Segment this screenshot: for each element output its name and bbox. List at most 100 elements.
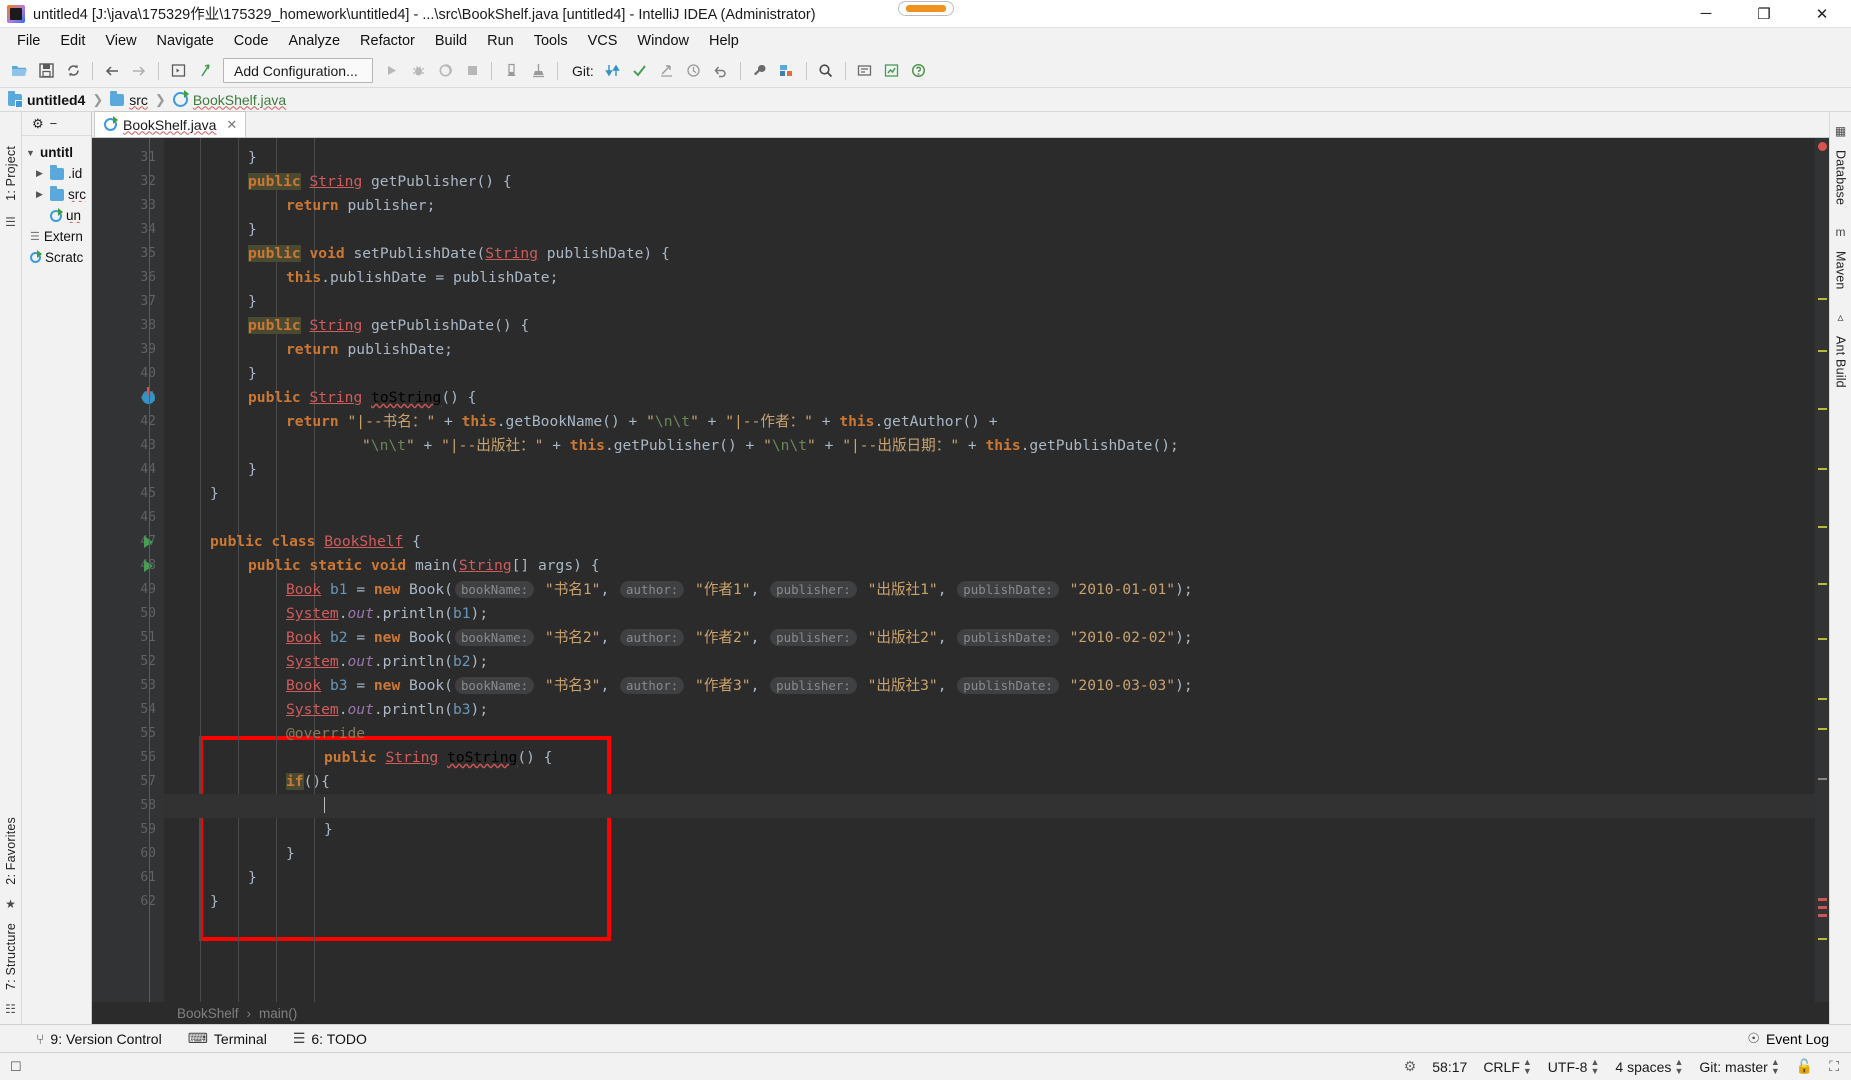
menu-window[interactable]: Window — [628, 30, 698, 52]
git-branch-selector[interactable]: Git: master ▲ ▼ — [1699, 1057, 1779, 1076]
line-number[interactable]: 45 — [116, 482, 156, 506]
menu-build[interactable]: Build — [426, 30, 476, 52]
line-number[interactable]: 55 — [116, 722, 156, 746]
code-line[interactable]: "\n\t" + "|--出版社：" + this.getPublisher()… — [164, 434, 1815, 458]
code-line[interactable]: Book b2 = new Book(bookName: "书名2", auth… — [164, 626, 1815, 650]
hector-icon[interactable]: ⛶ — [1829, 1058, 1839, 1075]
sidebar-item-structure[interactable]: 7: Structure — [1, 917, 21, 996]
menu-refactor[interactable]: Refactor — [351, 30, 424, 52]
code-line[interactable]: public String toString() { — [164, 746, 1815, 770]
database-icon[interactable]: ▦ — [1835, 124, 1846, 138]
tree-node-src[interactable]: ▶ src — [26, 184, 91, 205]
line-number[interactable]: 62 — [116, 890, 156, 914]
code-line[interactable]: System.out.println(b3); — [164, 698, 1815, 722]
line-number[interactable]: 59 — [116, 818, 156, 842]
open-project-icon[interactable] — [6, 58, 32, 84]
code-line[interactable]: public String toString() { — [164, 386, 1815, 410]
encoding-selector[interactable]: UTF-8 ▲ ▼ — [1548, 1057, 1600, 1076]
line-number[interactable]: 31 — [116, 146, 156, 170]
bottom-grid-icon[interactable]: ☷ — [5, 1002, 16, 1016]
menu-edit[interactable]: Edit — [51, 30, 94, 52]
code-line[interactable] — [164, 506, 1815, 530]
line-number[interactable]: 42 — [116, 410, 156, 434]
line-number[interactable]: 52 — [116, 650, 156, 674]
close-button[interactable]: ✕ — [1793, 0, 1851, 28]
event-log-area[interactable]: ☉ Event Log — [1747, 1030, 1851, 1047]
code-line[interactable]: } — [164, 482, 1815, 506]
chevron-right-icon[interactable]: ▶ — [36, 168, 46, 179]
commit-icon[interactable] — [627, 58, 653, 84]
error-count-indicator[interactable] — [1818, 142, 1827, 151]
line-number[interactable]: 35 — [116, 242, 156, 266]
line-number[interactable]: 44 — [116, 458, 156, 482]
gear-icon[interactable]: ⚙ — [32, 116, 44, 132]
sidebar-item-ant-build[interactable]: Ant Build — [1831, 330, 1851, 394]
line-number[interactable]: 32 — [116, 170, 156, 194]
caret-position[interactable]: 58:17 — [1432, 1059, 1467, 1075]
code-line[interactable]: } — [164, 290, 1815, 314]
database-chart-icon[interactable] — [879, 58, 905, 84]
line-number[interactable]: 33 — [116, 194, 156, 218]
line-number[interactable]: 40 — [116, 362, 156, 386]
jump-to-source-icon[interactable] — [192, 58, 218, 84]
rollback-icon[interactable] — [708, 58, 734, 84]
profiler-icon[interactable] — [498, 58, 524, 84]
tab-bookshelf-java[interactable]: BookShelf.java ✕ — [94, 111, 247, 137]
indent-selector[interactable]: 4 spaces ▲ ▼ — [1615, 1057, 1683, 1076]
code-line[interactable]: this.publishDate = publishDate; — [164, 266, 1815, 290]
line-number[interactable]: 61 — [116, 866, 156, 890]
forward-arrow-icon[interactable] — [126, 58, 152, 84]
code-line[interactable]: public static void main(String[] args) { — [164, 554, 1815, 578]
minimize-button[interactable]: ─ — [1677, 0, 1735, 28]
ant-icon[interactable]: ▵ — [1837, 310, 1843, 324]
line-number[interactable]: 50 — [116, 602, 156, 626]
sdk-icon[interactable] — [852, 58, 878, 84]
menu-file[interactable]: File — [8, 30, 49, 52]
push-icon[interactable] — [654, 58, 680, 84]
menu-analyze[interactable]: Analyze — [279, 30, 349, 52]
favorites-star-icon[interactable]: ★ — [5, 897, 16, 911]
editor-gutter[interactable]: 3132333435363738394041424344454647484950… — [92, 138, 164, 1002]
settings-wrench-icon[interactable] — [747, 58, 773, 84]
line-number[interactable]: 34 — [116, 218, 156, 242]
code-line[interactable]: } — [164, 842, 1815, 866]
sidebar-item-project[interactable]: 1: Project — [1, 140, 21, 207]
menu-view[interactable]: View — [96, 30, 145, 52]
line-number[interactable]: 51 — [116, 626, 156, 650]
menu-code[interactable]: Code — [225, 30, 278, 52]
code-editor[interactable]: 3132333435363738394041424344454647484950… — [92, 138, 1829, 1002]
chevron-down-icon[interactable]: ▼ — [26, 148, 36, 158]
tree-node-idea[interactable]: ▶ .id — [26, 163, 91, 184]
menu-run[interactable]: Run — [478, 30, 523, 52]
editor-breadcrumb-class[interactable]: BookShelf — [177, 1006, 239, 1021]
code-line[interactable]: System.out.println(b1); — [164, 602, 1815, 626]
tool-window-todo[interactable]: ☰ 6: TODO — [293, 1030, 367, 1047]
project-structure-icon[interactable] — [774, 58, 800, 84]
run-with-coverage-icon[interactable] — [432, 58, 458, 84]
run-icon[interactable] — [378, 58, 404, 84]
close-icon[interactable]: ✕ — [226, 117, 237, 133]
line-number[interactable]: 43 — [116, 434, 156, 458]
line-number[interactable]: 38 — [116, 314, 156, 338]
tree-node-scratches[interactable]: Scratc — [26, 247, 91, 268]
line-number[interactable]: 57 — [116, 770, 156, 794]
code-line[interactable]: public void setPublishDate(String publis… — [164, 242, 1815, 266]
line-number[interactable]: 54 — [116, 698, 156, 722]
code-line[interactable]: return publisher; — [164, 194, 1815, 218]
tool-window-version-control[interactable]: ⑂ 9: Version Control — [36, 1031, 162, 1047]
code-line[interactable] — [164, 794, 1815, 818]
line-number[interactable]: 60 — [116, 842, 156, 866]
line-number[interactable]: 46 — [116, 506, 156, 530]
line-number[interactable]: 56 — [116, 746, 156, 770]
code-line[interactable]: public String getPublisher() { — [164, 170, 1815, 194]
line-number[interactable]: 53 — [116, 674, 156, 698]
line-number[interactable]: 36 — [116, 266, 156, 290]
inspections-icon[interactable]: ⚙ — [1404, 1058, 1417, 1075]
code-line[interactable]: System.out.println(b2); — [164, 650, 1815, 674]
code-line[interactable]: } — [164, 866, 1815, 890]
status-message-icon[interactable]: ☐ — [10, 1059, 22, 1075]
history-icon[interactable] — [681, 58, 707, 84]
code-line[interactable]: @override — [164, 722, 1815, 746]
code-line[interactable]: } — [164, 818, 1815, 842]
error-stripe-marker-bar[interactable] — [1815, 138, 1829, 1002]
